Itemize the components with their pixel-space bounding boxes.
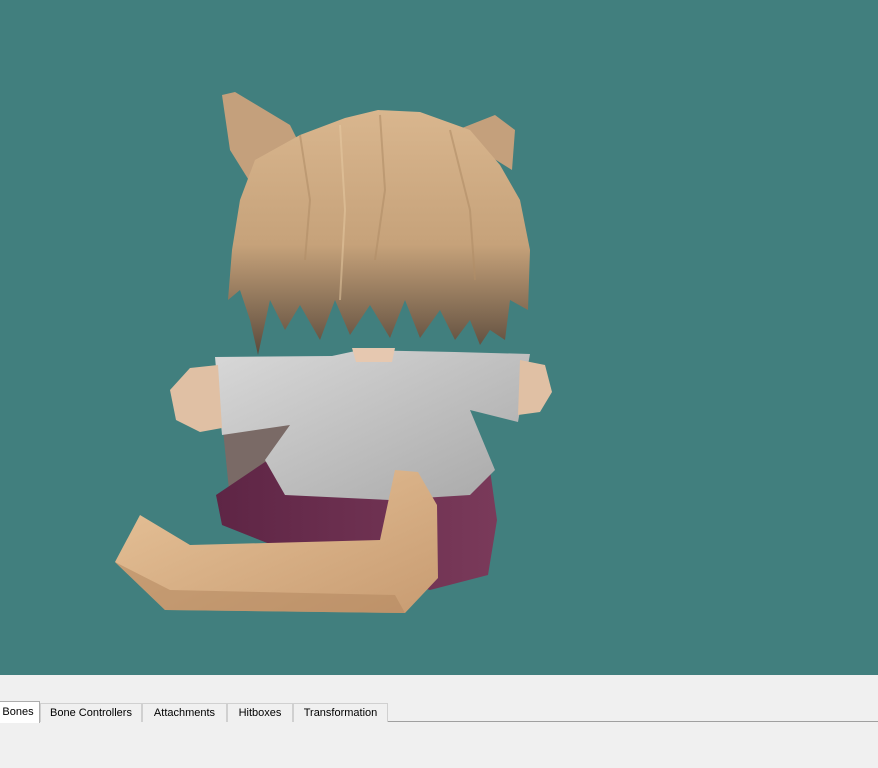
left-hand — [170, 365, 222, 432]
tab-label: Hitboxes — [238, 707, 282, 719]
properties-panel: Bones Bone Controllers Attachments Hitbo… — [0, 675, 878, 768]
tab-bone-controllers[interactable]: Bone Controllers — [40, 703, 142, 722]
tab-label: Attachments — [153, 707, 216, 719]
tab-transformation[interactable]: Transformation — [293, 703, 388, 722]
tab-bar: Bones Bone Controllers Attachments Hitbo… — [0, 701, 878, 723]
model-viewport[interactable] — [0, 0, 878, 675]
tab-hitboxes[interactable]: Hitboxes — [227, 703, 293, 722]
tab-label: Bones — [2, 706, 34, 718]
tab-label: Transformation — [303, 707, 378, 719]
tab-attachments[interactable]: Attachments — [142, 703, 227, 722]
right-hand — [518, 360, 552, 415]
tab-label: Bone Controllers — [50, 707, 132, 719]
character-model — [115, 92, 552, 613]
tab-bones[interactable]: Bones — [0, 701, 40, 723]
